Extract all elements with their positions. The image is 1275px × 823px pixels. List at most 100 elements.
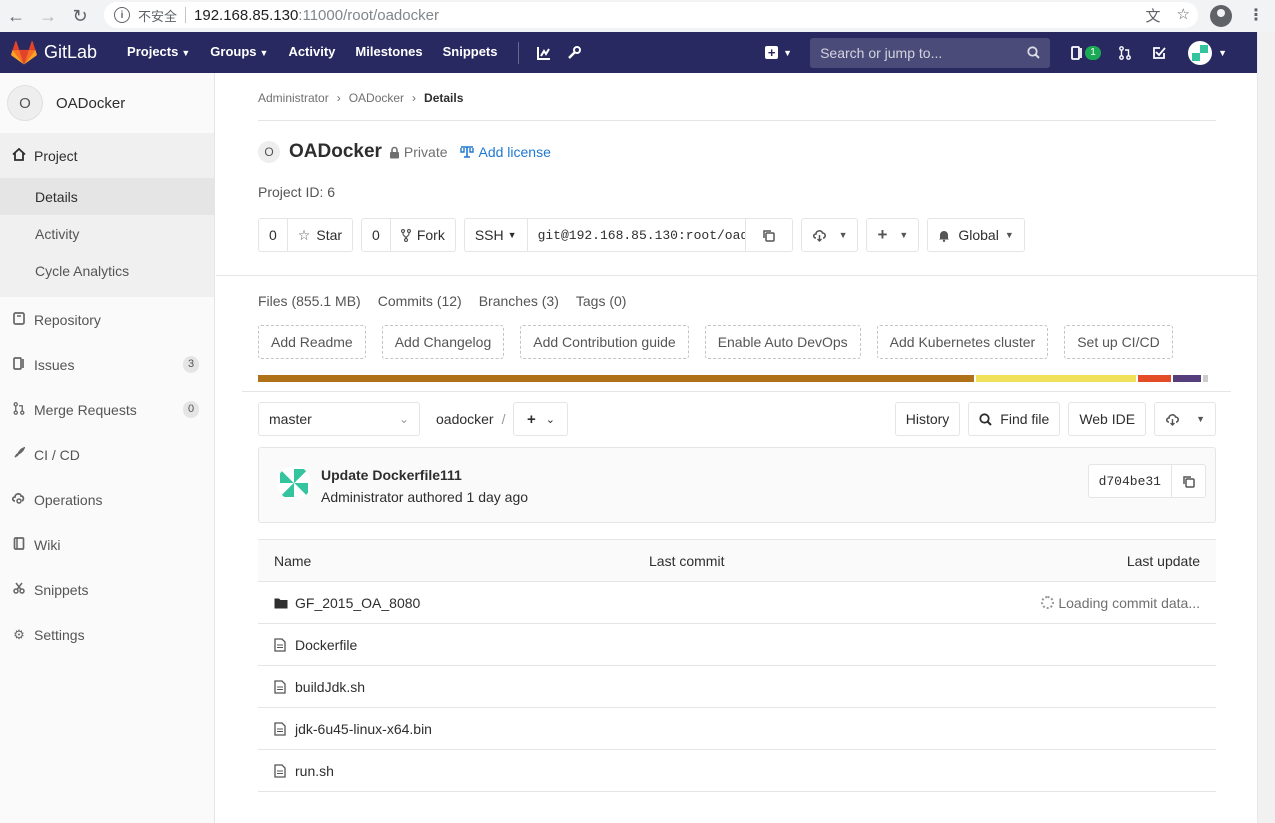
add-file-dropdown[interactable]: + ⌄ <box>513 402 569 436</box>
breadcrumb-details[interactable]: Details <box>424 91 463 105</box>
gitlab-tanuki-icon <box>11 40 37 65</box>
folder-icon <box>274 597 288 609</box>
gitlab-logo[interactable]: GitLab <box>11 40 97 65</box>
plus-icon: + <box>877 225 888 244</box>
copy-url-button[interactable] <box>746 219 792 251</box>
commit-author-avatar[interactable] <box>277 466 311 500</box>
reload-icon[interactable]: ↻ <box>64 2 96 30</box>
fork-label: Fork <box>416 227 445 243</box>
sidebar-item-project[interactable]: Project <box>0 133 214 178</box>
table-row[interactable]: GF_2015_OA_8080 Loading commit data... <box>258 582 1216 624</box>
language-segment[interactable] <box>1138 375 1172 382</box>
add-to-tree-dropdown[interactable]: + ▼ <box>866 218 920 252</box>
chart-icon[interactable] <box>529 32 559 73</box>
page-scrollbar[interactable] <box>1257 32 1275 823</box>
back-icon[interactable]: ← <box>0 2 32 30</box>
language-segment[interactable] <box>1203 375 1208 382</box>
nav-snippets[interactable]: Snippets <box>433 31 508 74</box>
todos-button[interactable] <box>1144 32 1174 73</box>
stat-branches[interactable]: Branches (3) <box>479 293 559 309</box>
sidebar-item-label: Wiki <box>34 536 61 553</box>
search-box[interactable] <box>810 37 1051 68</box>
add-readme-button[interactable]: Add Readme <box>258 325 366 359</box>
todo-issues-button[interactable]: 1 <box>1068 32 1104 73</box>
table-row[interactable]: Dockerfile <box>258 624 1216 666</box>
new-dropdown-button[interactable]: + ▼ <box>765 45 792 60</box>
nav-projects[interactable]: Projects ▼ <box>117 31 200 74</box>
commit-sha[interactable]: d704be31 <box>1089 465 1171 497</box>
file-name[interactable]: GF_2015_OA_8080 <box>295 595 420 611</box>
table-row[interactable]: jdk-6u45-linux-x64.bin <box>258 708 1216 750</box>
sidebar-project-header[interactable]: O OADocker <box>0 73 214 133</box>
sidebar-item-repository[interactable]: Repository <box>0 297 214 342</box>
file-name[interactable]: buildJdk.sh <box>295 679 365 695</box>
history-button[interactable]: History <box>894 402 961 436</box>
download-tree-dropdown[interactable]: ▼ <box>1154 402 1216 436</box>
browser-profile-icon[interactable] <box>1210 5 1232 27</box>
project-title-row: O OADocker Private Add license <box>258 141 551 163</box>
translate-icon[interactable]: 文 <box>1146 5 1161 26</box>
download-dropdown[interactable]: ▼ <box>800 218 859 252</box>
find-file-button[interactable]: Find file <box>968 402 1061 436</box>
table-row[interactable]: run.sh <box>258 750 1216 792</box>
sidebar-subitem-details[interactable]: Details <box>0 178 214 215</box>
stat-files[interactable]: Files (855.1 MB) <box>258 293 361 309</box>
notification-button[interactable]: Global ▼ <box>928 219 1023 251</box>
language-segment[interactable] <box>1173 375 1202 382</box>
nav-activity[interactable]: Activity <box>278 31 345 74</box>
stat-commits[interactable]: Commits (12) <box>378 293 462 309</box>
notification-dropdown[interactable]: Global ▼ <box>927 218 1025 252</box>
add-changelog-button[interactable]: Add Changelog <box>381 325 505 359</box>
merge-request-icon <box>11 401 27 418</box>
search-input[interactable] <box>820 44 1028 61</box>
sidebar-item-wiki[interactable]: Wiki <box>0 522 214 567</box>
add-license-link[interactable]: Add license <box>459 144 551 160</box>
wrench-icon[interactable] <box>559 32 589 73</box>
star-button[interactable]: ☆ Star <box>288 219 352 251</box>
copy-sha-button[interactable] <box>1171 465 1205 497</box>
add-contribution-guide-button[interactable]: Add Contribution guide <box>520 325 689 359</box>
sidebar-item-settings[interactable]: ⚙ Settings <box>0 612 214 657</box>
web-ide-button[interactable]: Web IDE <box>1068 402 1147 436</box>
language-segment[interactable] <box>258 375 974 382</box>
nav-milestones[interactable]: Milestones <box>345 31 432 74</box>
user-avatar[interactable] <box>1188 40 1213 65</box>
file-name[interactable]: jdk-6u45-linux-x64.bin <box>295 721 432 737</box>
setup-ci-cd-button[interactable]: Set up CI/CD <box>1064 325 1173 359</box>
forward-icon[interactable]: → <box>32 2 64 30</box>
fork-button[interactable]: Fork <box>391 219 455 251</box>
stat-tags[interactable]: Tags (0) <box>576 293 627 309</box>
merge-requests-button[interactable] <box>1110 32 1140 73</box>
commit-title[interactable]: Update Dockerfile111 <box>321 467 462 483</box>
add-kubernetes-cluster-button[interactable]: Add Kubernetes cluster <box>876 325 1049 359</box>
sidebar-item-snippets[interactable]: Snippets <box>0 567 214 612</box>
add-button[interactable]: + ▼ <box>867 219 918 251</box>
caret-down-icon: ▼ <box>1004 230 1014 240</box>
clone-protocol-dropdown[interactable]: SSH ▼ <box>465 219 528 251</box>
repository-languages-bar[interactable] <box>258 375 1208 382</box>
sidebar-item-issues[interactable]: Issues 3 <box>0 342 214 387</box>
download-button[interactable]: ▼ <box>802 219 858 251</box>
sidebar-item-ci-cd[interactable]: CI / CD <box>0 432 214 477</box>
nav-groups[interactable]: Groups ▼ <box>200 31 278 74</box>
enable-auto-devops-button[interactable]: Enable Auto DevOps <box>704 325 861 359</box>
file-name[interactable]: Dockerfile <box>295 637 357 653</box>
fork-count[interactable]: 0 <box>362 219 391 251</box>
breadcrumb-project[interactable]: OADocker <box>349 91 404 105</box>
table-row[interactable]: buildJdk.sh <box>258 666 1216 708</box>
sidebar-item-merge-requests[interactable]: Merge Requests 0 <box>0 387 214 432</box>
sidebar-item-operations[interactable]: Operations <box>0 477 214 522</box>
info-icon[interactable]: i <box>114 7 130 23</box>
sidebar-subitem-activity[interactable]: Activity <box>0 215 214 252</box>
browser-menu-icon[interactable]: ⋮ <box>1248 5 1264 27</box>
bookmark-star-icon[interactable]: ☆ <box>1177 5 1190 26</box>
star-count[interactable]: 0 <box>259 219 288 251</box>
address-bar[interactable]: i 不安全 192.168.85.130:11000/root/oadocker… <box>104 2 1198 28</box>
file-name[interactable]: run.sh <box>295 763 334 779</box>
tree-path-root[interactable]: oadocker <box>436 411 494 427</box>
breadcrumb-administrator[interactable]: Administrator <box>258 91 329 105</box>
clone-url-input[interactable]: git@192.168.85.130:root/oadocker.git <box>528 219 746 251</box>
sidebar-subitem-cycle-analytics[interactable]: Cycle Analytics <box>0 252 214 297</box>
language-segment[interactable] <box>975 375 1137 382</box>
branch-selector[interactable]: master ⌄ <box>258 402 420 436</box>
